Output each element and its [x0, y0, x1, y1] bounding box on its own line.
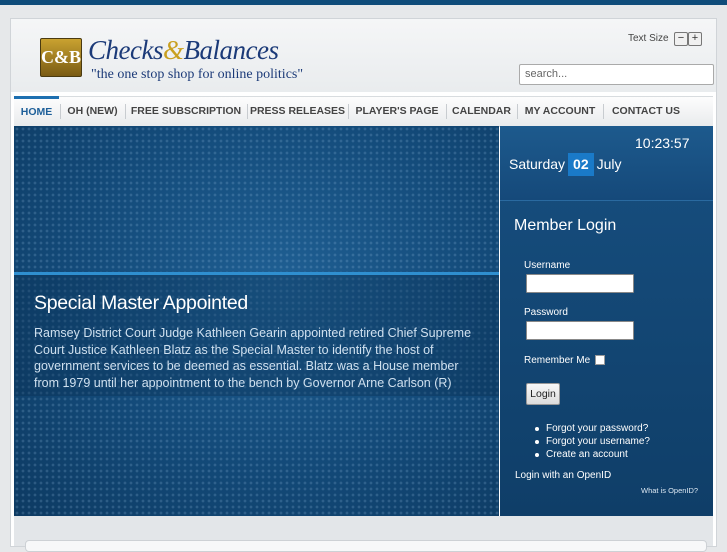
logo-title-amp: & — [162, 35, 184, 65]
nav-item-calendar[interactable]: CALENDAR — [447, 97, 516, 126]
sidebar: 10:23:57 Saturday 02 July Member Login Use… — [500, 126, 713, 516]
username-label: Username — [524, 260, 571, 271]
top-accent-bar — [0, 0, 727, 5]
date-weekday: Saturday — [509, 156, 566, 172]
member-login-title: Member Login — [514, 217, 617, 234]
nav-item-contact-us[interactable]: CONTACT US — [604, 97, 688, 126]
featured-article-title[interactable]: Special Master Appointed — [34, 292, 248, 315]
search-input[interactable]: search... — [519, 64, 714, 85]
nav-item-players-page[interactable]: PLAYER'S PAGE — [349, 97, 445, 126]
remember-me-checkbox[interactable] — [595, 355, 605, 365]
nav-item-home[interactable]: HOME — [14, 96, 59, 128]
nav-item-my-account[interactable]: MY ACCOUNT — [518, 97, 602, 126]
date-display: Saturday 02 July — [509, 153, 622, 176]
page-container: C&B Checks&Balances "the one stop shop f… — [10, 18, 717, 552]
main-nav: HOME OH (NEW) FREE SUBSCRIPTION PRESS RE… — [14, 96, 713, 127]
featured-article-slideshow[interactable]: Special Master Appointed Ramsey District… — [14, 126, 499, 516]
logo-title-balances: Balances — [183, 35, 279, 65]
site-logo-title[interactable]: Checks&Balances — [88, 35, 279, 66]
password-field[interactable] — [526, 321, 634, 340]
text-size-decrease-button[interactable]: − — [674, 32, 688, 46]
featured-article-excerpt: Ramsey District Court Judge Kathleen Gea… — [34, 326, 472, 390]
logo-monogram[interactable]: C&B — [40, 38, 82, 77]
content-panel — [25, 540, 707, 552]
date-day-badge: 02 — [568, 153, 594, 176]
username-field[interactable] — [526, 274, 634, 293]
create-account-link[interactable]: Create an account — [534, 448, 650, 461]
date-month: July — [596, 156, 622, 172]
remember-me-label: Remember Me — [524, 355, 591, 366]
site-header: C&B Checks&Balances "the one stop shop f… — [11, 19, 716, 92]
openid-login-link[interactable]: Login with an OpenID — [515, 470, 611, 481]
what-is-openid-link[interactable]: What is OpenID? — [641, 486, 698, 495]
forgot-username-link[interactable]: Forgot your username? — [534, 435, 650, 448]
site-tagline: "the one stop shop for online politics" — [91, 67, 304, 82]
date-time-panel: 10:23:57 Saturday 02 July — [500, 126, 713, 201]
password-label: Password — [524, 307, 568, 318]
forgot-password-link[interactable]: Forgot your password? — [534, 422, 650, 435]
nav-item-oh-new[interactable]: OH (NEW) — [61, 97, 124, 126]
text-size-increase-button[interactable]: + — [688, 32, 702, 46]
nav-item-press-releases[interactable]: PRESS RELEASES — [248, 97, 347, 126]
nav-item-free-subscription[interactable]: FREE SUBSCRIPTION — [126, 97, 246, 126]
login-button[interactable]: Login — [526, 383, 560, 405]
login-links-list: Forgot your password? Forgot your userna… — [534, 422, 650, 461]
text-size-label: Text Size — [628, 33, 669, 44]
logo-title-checks: Checks — [88, 35, 163, 65]
clock-display: 10:23:57 — [635, 135, 690, 151]
